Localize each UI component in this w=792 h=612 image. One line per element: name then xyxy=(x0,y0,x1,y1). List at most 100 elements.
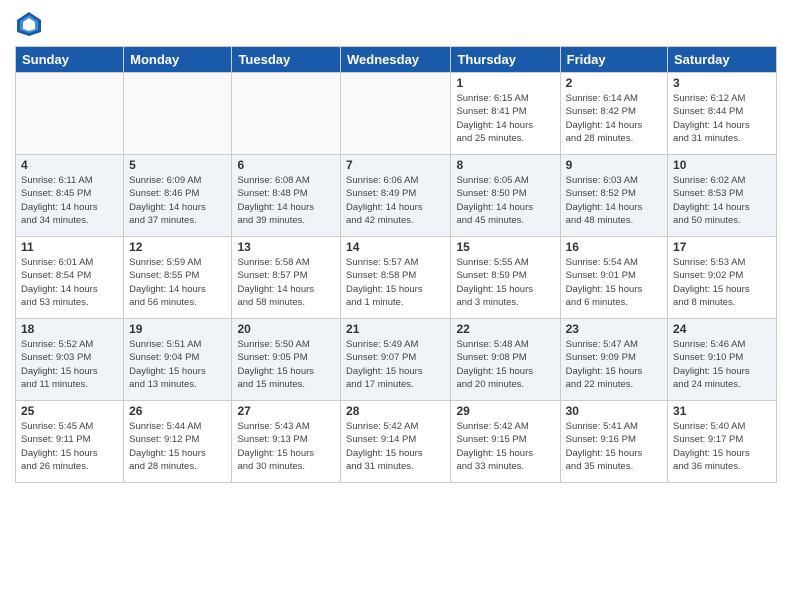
calendar-cell-4-5: 22 Sunrise: 5:48 AM Sunset: 9:08 PM Dayli… xyxy=(451,319,560,401)
calendar-cell-3-7: 17 Sunrise: 5:53 AM Sunset: 9:02 PM Dayli… xyxy=(668,237,777,319)
calendar-cell-1-1 xyxy=(16,73,124,155)
day-number: 26 xyxy=(129,404,226,418)
day-number: 22 xyxy=(456,322,554,336)
day-info: Sunrise: 6:05 AM Sunset: 8:50 PM Dayligh… xyxy=(456,174,554,227)
calendar-cell-3-2: 12Sunrise: 5:59 AM Sunset: 8:55 PM Dayli… xyxy=(124,237,232,319)
day-header-wednesday: Wednesday xyxy=(341,47,451,73)
day-info: Sunrise: 5:46 AM Sunset: 9:10 PM Dayligh… xyxy=(673,338,771,391)
day-info: Sunrise: 5:41 AM Sunset: 9:16 PM Dayligh… xyxy=(566,420,662,473)
calendar-cell-1-2 xyxy=(124,73,232,155)
day-info: Sunrise: 5:53 AM Sunset: 9:02 PM Dayligh… xyxy=(673,256,771,309)
header xyxy=(15,10,777,38)
calendar-cell-5-4: 28 Sunrise: 5:42 AM Sunset: 9:14 PM Dayli… xyxy=(341,401,451,483)
day-header-friday: Friday xyxy=(560,47,667,73)
day-number: 21 xyxy=(346,322,445,336)
day-number: 24 xyxy=(673,322,771,336)
day-info: Sunrise: 6:08 AM Sunset: 8:48 PM Dayligh… xyxy=(237,174,335,227)
day-number: 10 xyxy=(673,158,771,172)
day-info: Sunrise: 5:59 AM Sunset: 8:55 PM Dayligh… xyxy=(129,256,226,309)
day-number: 18 xyxy=(21,322,118,336)
day-header-saturday: Saturday xyxy=(668,47,777,73)
calendar-week-1: 1 Sunrise: 6:15 AM Sunset: 8:41 PM Daylig… xyxy=(16,73,777,155)
day-number: 5 xyxy=(129,158,226,172)
day-info: Sunrise: 6:11 AM Sunset: 8:45 PM Dayligh… xyxy=(21,174,118,227)
day-number: 11 xyxy=(21,240,118,254)
day-number: 2 xyxy=(566,76,662,90)
day-number: 14 xyxy=(346,240,445,254)
day-info: Sunrise: 5:51 AM Sunset: 9:04 PM Dayligh… xyxy=(129,338,226,391)
day-info: Sunrise: 5:52 AM Sunset: 9:03 PM Dayligh… xyxy=(21,338,118,391)
day-number: 19 xyxy=(129,322,226,336)
calendar-cell-2-5: 8 Sunrise: 6:05 AM Sunset: 8:50 PM Daylig… xyxy=(451,155,560,237)
calendar-cell-3-6: 16 Sunrise: 5:54 AM Sunset: 9:01 PM Dayli… xyxy=(560,237,667,319)
calendar-cell-3-5: 15 Sunrise: 5:55 AM Sunset: 8:59 PM Dayli… xyxy=(451,237,560,319)
day-info: Sunrise: 5:42 AM Sunset: 9:14 PM Dayligh… xyxy=(346,420,445,473)
day-number: 15 xyxy=(456,240,554,254)
calendar-cell-4-7: 24 Sunrise: 5:46 AM Sunset: 9:10 PM Dayli… xyxy=(668,319,777,401)
day-number: 16 xyxy=(566,240,662,254)
day-info: Sunrise: 5:58 AM Sunset: 8:57 PM Dayligh… xyxy=(237,256,335,309)
day-number: 6 xyxy=(237,158,335,172)
day-number: 3 xyxy=(673,76,771,90)
day-number: 17 xyxy=(673,240,771,254)
day-number: 27 xyxy=(237,404,335,418)
calendar-cell-2-3: 6 Sunrise: 6:08 AM Sunset: 8:48 PM Daylig… xyxy=(232,155,341,237)
calendar-cell-5-2: 26 Sunrise: 5:44 AM Sunset: 9:12 PM Dayli… xyxy=(124,401,232,483)
calendar-cell-4-6: 23Sunrise: 5:47 AM Sunset: 9:09 PM Dayli… xyxy=(560,319,667,401)
calendar-cell-3-1: 11 Sunrise: 6:01 AM Sunset: 8:54 PM Dayli… xyxy=(16,237,124,319)
day-info: Sunrise: 6:02 AM Sunset: 8:53 PM Dayligh… xyxy=(673,174,771,227)
day-info: Sunrise: 5:45 AM Sunset: 9:11 PM Dayligh… xyxy=(21,420,118,473)
calendar-cell-1-5: 1 Sunrise: 6:15 AM Sunset: 8:41 PM Daylig… xyxy=(451,73,560,155)
calendar-cell-5-1: 25 Sunrise: 5:45 AM Sunset: 9:11 PM Dayli… xyxy=(16,401,124,483)
calendar-cell-1-3 xyxy=(232,73,341,155)
calendar-cell-4-2: 19 Sunrise: 5:51 AM Sunset: 9:04 PM Dayli… xyxy=(124,319,232,401)
calendar-cell-5-3: 27 Sunrise: 5:43 AM Sunset: 9:13 PM Dayli… xyxy=(232,401,341,483)
calendar-week-2: 4Sunrise: 6:11 AM Sunset: 8:45 PM Daylig… xyxy=(16,155,777,237)
day-info: Sunrise: 5:43 AM Sunset: 9:13 PM Dayligh… xyxy=(237,420,335,473)
calendar-cell-2-2: 5 Sunrise: 6:09 AM Sunset: 8:46 PM Daylig… xyxy=(124,155,232,237)
day-header-sunday: Sunday xyxy=(16,47,124,73)
day-number: 30 xyxy=(566,404,662,418)
calendar-cell-1-7: 3 Sunrise: 6:12 AM Sunset: 8:44 PM Daylig… xyxy=(668,73,777,155)
day-info: Sunrise: 5:54 AM Sunset: 9:01 PM Dayligh… xyxy=(566,256,662,309)
day-info: Sunrise: 6:09 AM Sunset: 8:46 PM Dayligh… xyxy=(129,174,226,227)
calendar-week-4: 18 Sunrise: 5:52 AM Sunset: 9:03 PM Dayli… xyxy=(16,319,777,401)
calendar-cell-3-4: 14 Sunrise: 5:57 AM Sunset: 8:58 PM Dayli… xyxy=(341,237,451,319)
day-info: Sunrise: 5:50 AM Sunset: 9:05 PM Dayligh… xyxy=(237,338,335,391)
page: SundayMondayTuesdayWednesdayThursdayFrid… xyxy=(0,0,792,612)
calendar-cell-4-3: 20 Sunrise: 5:50 AM Sunset: 9:05 PM Dayli… xyxy=(232,319,341,401)
calendar-week-3: 11 Sunrise: 6:01 AM Sunset: 8:54 PM Dayli… xyxy=(16,237,777,319)
calendar-cell-1-6: 2Sunrise: 6:14 AM Sunset: 8:42 PM Daylig… xyxy=(560,73,667,155)
day-info: Sunrise: 6:15 AM Sunset: 8:41 PM Dayligh… xyxy=(456,92,554,145)
day-info: Sunrise: 5:49 AM Sunset: 9:07 PM Dayligh… xyxy=(346,338,445,391)
day-info: Sunrise: 5:48 AM Sunset: 9:08 PM Dayligh… xyxy=(456,338,554,391)
day-number: 8 xyxy=(456,158,554,172)
day-info: Sunrise: 6:06 AM Sunset: 8:49 PM Dayligh… xyxy=(346,174,445,227)
day-info: Sunrise: 5:44 AM Sunset: 9:12 PM Dayligh… xyxy=(129,420,226,473)
day-info: Sunrise: 6:03 AM Sunset: 8:52 PM Dayligh… xyxy=(566,174,662,227)
day-number: 20 xyxy=(237,322,335,336)
calendar-cell-4-1: 18 Sunrise: 5:52 AM Sunset: 9:03 PM Dayli… xyxy=(16,319,124,401)
day-number: 7 xyxy=(346,158,445,172)
day-number: 25 xyxy=(21,404,118,418)
day-header-thursday: Thursday xyxy=(451,47,560,73)
calendar-cell-5-7: 31Sunrise: 5:40 AM Sunset: 9:17 PM Dayli… xyxy=(668,401,777,483)
day-header-tuesday: Tuesday xyxy=(232,47,341,73)
day-number: 28 xyxy=(346,404,445,418)
day-number: 29 xyxy=(456,404,554,418)
day-info: Sunrise: 5:55 AM Sunset: 8:59 PM Dayligh… xyxy=(456,256,554,309)
day-info: Sunrise: 5:42 AM Sunset: 9:15 PM Dayligh… xyxy=(456,420,554,473)
calendar-cell-1-4 xyxy=(341,73,451,155)
day-info: Sunrise: 5:57 AM Sunset: 8:58 PM Dayligh… xyxy=(346,256,445,309)
day-number: 1 xyxy=(456,76,554,90)
day-info: Sunrise: 6:01 AM Sunset: 8:54 PM Dayligh… xyxy=(21,256,118,309)
day-header-monday: Monday xyxy=(124,47,232,73)
calendar-cell-2-1: 4Sunrise: 6:11 AM Sunset: 8:45 PM Daylig… xyxy=(16,155,124,237)
day-info: Sunrise: 6:12 AM Sunset: 8:44 PM Dayligh… xyxy=(673,92,771,145)
logo xyxy=(15,10,47,38)
calendar-week-5: 25 Sunrise: 5:45 AM Sunset: 9:11 PM Dayli… xyxy=(16,401,777,483)
calendar-table: SundayMondayTuesdayWednesdayThursdayFrid… xyxy=(15,46,777,483)
day-number: 13 xyxy=(237,240,335,254)
day-number: 31 xyxy=(673,404,771,418)
calendar-cell-2-7: 10 Sunrise: 6:02 AM Sunset: 8:53 PM Dayli… xyxy=(668,155,777,237)
